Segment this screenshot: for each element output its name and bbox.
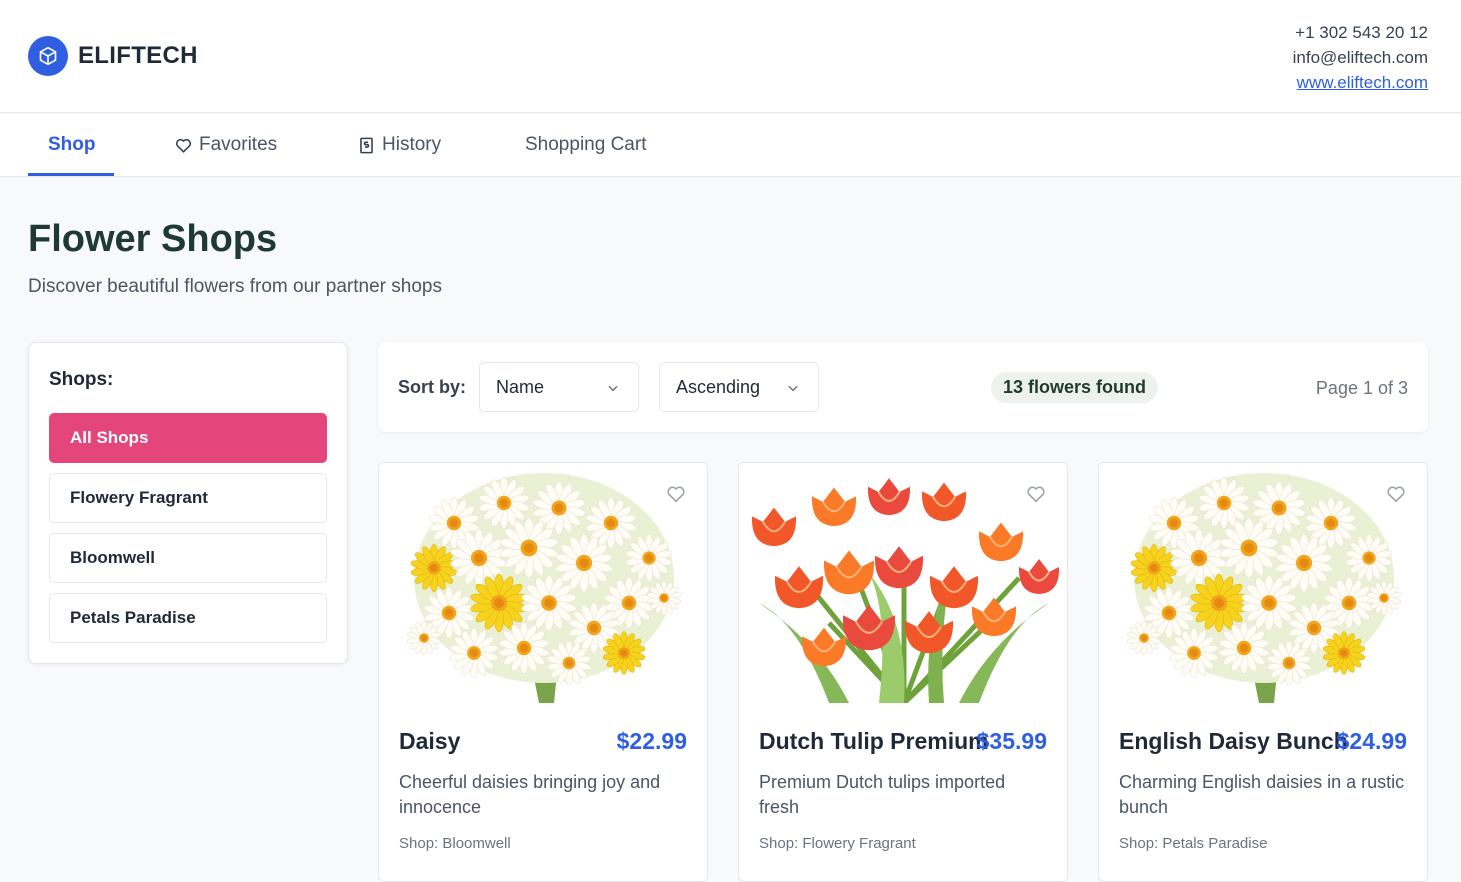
product-shop: Shop: Flowery Fragrant (759, 835, 916, 852)
product-image-tulip (739, 463, 1067, 705)
active-tab-indicator (28, 173, 114, 176)
tab-favorites[interactable]: Favorites (174, 114, 277, 176)
product-shop: Shop: Bloomwell (399, 835, 511, 852)
logo[interactable]: ELIFTECH (28, 36, 198, 76)
chevron-down-icon (606, 379, 620, 400)
tab-history[interactable]: History (357, 114, 441, 176)
sort-field-value: Name (496, 376, 545, 397)
main-nav: Shop Favorites History Shopping Cart (0, 114, 1461, 177)
sort-label: Sort by: (398, 377, 467, 397)
favorite-heart-icon[interactable] (1385, 483, 1407, 510)
chevron-down-icon (786, 379, 800, 400)
product-name: Dutch Tulip Premium (759, 728, 989, 754)
tab-label: Shop (48, 134, 96, 155)
product-description: Charming English daisies in a rustic bun… (1119, 772, 1405, 817)
product-name: English Daisy Bunch (1119, 728, 1348, 754)
product-card[interactable]: Dutch Tulip Premium $35.99 Premium Dutch… (738, 462, 1068, 882)
header: ELIFTECH +1 302 543 20 12 info@eliftech.… (0, 0, 1461, 113)
results-count-badge: 13 flowers found (991, 372, 1159, 403)
sort-toolbar: Sort by: Name Ascending 13 flowers found… (378, 342, 1428, 432)
sort-order-select[interactable]: Ascending (659, 362, 819, 412)
product-price: $24.99 (1336, 728, 1407, 754)
contact-email: info@eliftech.com (1292, 48, 1428, 67)
contact-phone: +1 302 543 20 12 (1295, 23, 1428, 42)
page-title: Flower Shops (28, 218, 278, 260)
shop-filter-petals-paradise[interactable]: Petals Paradise (49, 593, 327, 643)
brand-name: ELIFTECH (78, 42, 198, 69)
tab-label: History (382, 134, 442, 155)
product-price: $35.99 (976, 728, 1047, 754)
cube-icon (28, 36, 68, 76)
sort-order-value: Ascending (676, 376, 761, 397)
product-description: Cheerful daisies bringing joy and innoce… (399, 772, 661, 817)
product-card[interactable]: Daisy $22.99 Cheerful daisies bringing j… (378, 462, 708, 882)
shop-filter-flowery-fragrant[interactable]: Flowery Fragrant (49, 473, 327, 523)
favorite-heart-icon[interactable] (665, 483, 687, 510)
favorite-heart-icon[interactable] (1025, 483, 1047, 510)
product-card[interactable]: English Daisy Bunch $24.99 Charming Engl… (1098, 462, 1428, 882)
page-subtitle: Discover beautiful flowers from our part… (28, 276, 442, 297)
contact-info: +1 302 543 20 12 info@eliftech.com www.e… (1293, 20, 1428, 95)
shop-filter-bloomwell[interactable]: Bloomwell (49, 533, 327, 583)
product-shop: Shop: Petals Paradise (1119, 835, 1268, 852)
tab-label: Favorites (199, 134, 278, 155)
page-indicator: Page 1 of 3 (1315, 378, 1408, 398)
product-name: Daisy (399, 728, 461, 754)
tab-shop[interactable]: Shop (48, 114, 96, 176)
shop-filter-all[interactable]: All Shops (49, 413, 327, 463)
product-image-daisy (379, 463, 707, 703)
receipt-icon (357, 136, 376, 155)
product-price: $22.99 (616, 728, 687, 754)
product-description: Premium Dutch tulips imported fresh (759, 772, 1006, 817)
sort-field-select[interactable]: Name (479, 362, 639, 412)
contact-website-link[interactable]: www.eliftech.com (1293, 70, 1428, 95)
tab-shopping-cart[interactable]: Shopping Cart (525, 114, 646, 176)
tab-label: Shopping Cart (525, 134, 647, 155)
product-image-daisy (1099, 463, 1427, 703)
sidebar-title: Shops: (49, 369, 114, 390)
shops-sidebar: Shops: All Shops Flowery Fragrant Bloomw… (28, 342, 348, 664)
heart-icon (174, 136, 193, 155)
